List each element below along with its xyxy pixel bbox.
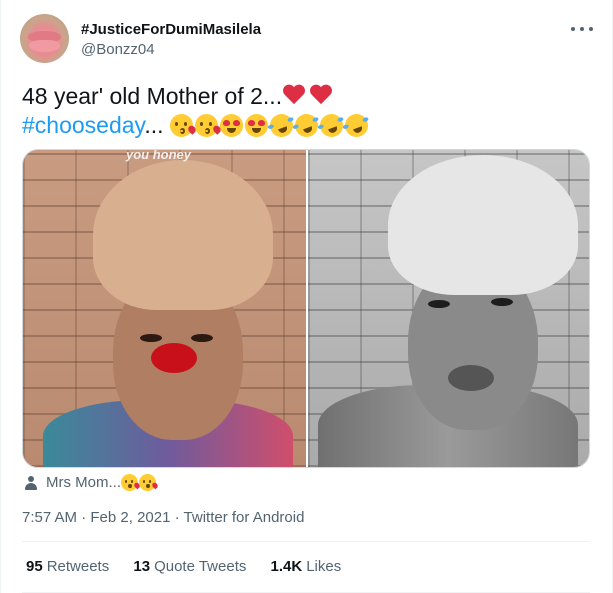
- red-heart-emoji-icon: [309, 85, 333, 107]
- meta-separator: ·: [81, 509, 87, 526]
- media-photo-color[interactable]: you honey: [23, 150, 306, 467]
- rolling-laughing-emoji-icon: [341, 110, 372, 141]
- tweet-date: Feb 2, 2021: [90, 509, 171, 526]
- likes-count: 1.4K: [270, 558, 303, 575]
- tweet-text-line-2: #chooseday...: [22, 110, 372, 141]
- rolling-laughing-emoji-icon: [266, 110, 297, 141]
- dot: [589, 27, 593, 31]
- tagged-user[interactable]: Mrs Mom...: [25, 474, 159, 491]
- face-blowing-kiss-emoji-icon: [169, 114, 198, 137]
- dot: [580, 27, 584, 31]
- eye: [140, 334, 162, 342]
- red-heart-emoji-icon: [282, 85, 306, 107]
- likes-label: Likes: [306, 558, 342, 575]
- tweet-media-grid: you honey: [22, 149, 590, 468]
- dot: [571, 27, 575, 31]
- author-display-name[interactable]: #JusticeForDumiMasilela: [81, 21, 261, 38]
- author-handle[interactable]: @Bonzz04: [81, 41, 155, 58]
- retweets-count: 95: [26, 558, 43, 575]
- tweet-time: 7:57 AM: [22, 509, 78, 526]
- quote-tweets-count: 13: [133, 558, 151, 575]
- tweet-timestamp-link[interactable]: 7:57 AM · Feb 2, 2021: [22, 509, 170, 526]
- head-wrap: [388, 155, 578, 295]
- more-options-icon[interactable]: [571, 20, 593, 38]
- retweets-stat[interactable]: 95 Retweets: [26, 558, 109, 575]
- tweet-card: #JusticeForDumiMasilela @Bonzz04 48 year…: [0, 0, 613, 593]
- lips: [448, 365, 494, 391]
- face-blowing-kiss-emoji-icon: [121, 474, 141, 491]
- tagged-user-label: Mrs Mom...: [46, 474, 121, 491]
- face-blowing-kiss-emoji-icon: [194, 114, 223, 137]
- tweet-text: 48 year' old Mother of 2...: [22, 83, 283, 109]
- likes-stat[interactable]: 1.4K Likes: [271, 558, 342, 575]
- tweet-stats: 95 Retweets 13 Quote Tweets 1.4K Likes: [26, 558, 361, 575]
- heart-eyes-emoji-icon: [244, 114, 268, 137]
- rolling-laughing-emoji-icon: [291, 110, 322, 141]
- avatar-lips-lower: [29, 40, 60, 52]
- tweet-metadata: 7:57 AM · Feb 2, 2021 · Twitter for Andr…: [22, 509, 304, 526]
- tweet-source-link[interactable]: Twitter for Android: [184, 509, 305, 526]
- divider: [22, 541, 590, 542]
- avatar[interactable]: [20, 14, 69, 63]
- quote-tweets-label: Quote Tweets: [154, 558, 247, 575]
- eye: [191, 334, 213, 342]
- meta-separator: ·: [174, 509, 180, 526]
- tweet-text-line-1: 48 year' old Mother of 2...: [22, 82, 336, 110]
- hashtag-link[interactable]: #chooseday: [22, 112, 144, 138]
- quote-tweets-stat[interactable]: 13 Quote Tweets: [133, 558, 246, 575]
- eye: [491, 298, 513, 306]
- photo-overlay-text: you honey: [126, 150, 192, 162]
- head-wrap: [93, 160, 273, 310]
- media-photo-grayscale[interactable]: [308, 150, 589, 467]
- lips: [151, 343, 197, 373]
- retweets-label: Retweets: [46, 558, 110, 575]
- person-icon: [25, 475, 37, 490]
- heart-eyes-emoji-icon: [219, 114, 243, 137]
- face-blowing-kiss-emoji-icon: [139, 474, 159, 491]
- eye: [428, 300, 450, 308]
- rolling-laughing-emoji-icon: [316, 110, 347, 141]
- tweet-text-suffix: ...: [144, 112, 164, 138]
